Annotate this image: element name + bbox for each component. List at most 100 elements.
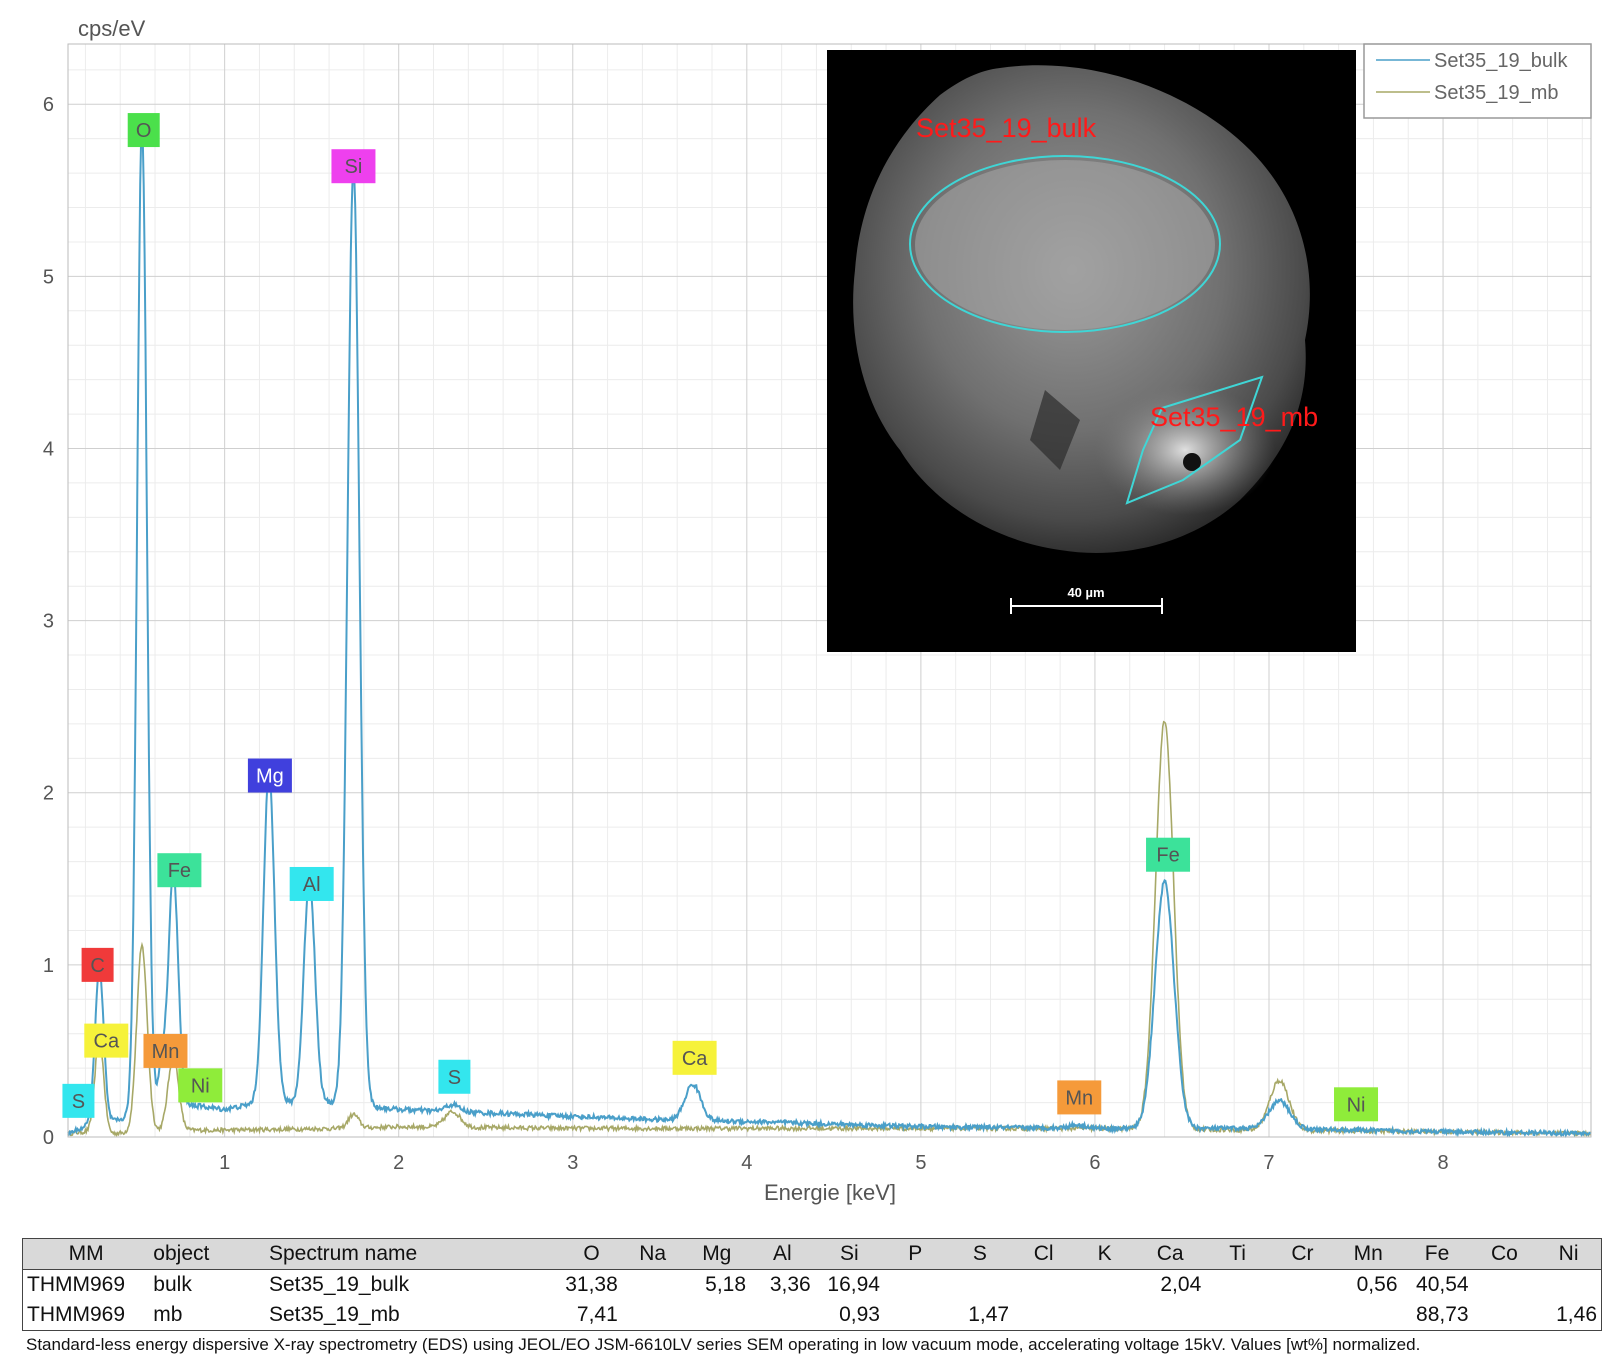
table-cell: [1074, 1300, 1135, 1331]
legend: Set35_19_bulk Set35_19_mb: [1363, 43, 1592, 119]
column-header-p: P: [908, 1242, 923, 1265]
peak-label-Si: Si: [331, 149, 376, 184]
legend-label-mb: Set35_19_mb: [1434, 82, 1559, 104]
table-cell: [1536, 1270, 1601, 1301]
y-axis-title: cps/eV: [78, 16, 146, 41]
peak-label-text: S: [72, 1091, 85, 1113]
peak-label-text: Ca: [94, 1031, 120, 1053]
peak-label-text: C: [90, 955, 104, 977]
y-tick-labels: 0 1 2 3 4 5 6: [43, 94, 54, 1149]
table-cell: 0,56: [1356, 1273, 1398, 1296]
table-cell: Set35_19_mb: [268, 1303, 400, 1326]
table-cell: [1135, 1300, 1205, 1331]
table-cell: [1270, 1300, 1335, 1331]
column-header-na: Na: [639, 1242, 667, 1265]
peak-label-text: Ni: [191, 1075, 210, 1097]
table-cell: THMM969: [27, 1273, 126, 1296]
table-cell: [622, 1270, 684, 1301]
peak-label-S: S: [438, 1059, 471, 1094]
y-tick-label: 5: [43, 266, 54, 288]
table-cell: [884, 1270, 947, 1301]
table-cell: [684, 1300, 751, 1331]
table-cell: [1013, 1270, 1074, 1301]
table-cell: 3,36: [769, 1273, 811, 1296]
peak-label-Fe: Fe: [1146, 837, 1191, 872]
table-cell: [884, 1300, 947, 1331]
table-body: THMM969 bulk Set35_19_bulk 31,38 5,18 3,36 16,…: [23, 1270, 1602, 1331]
peak-label-Fe: Fe: [157, 853, 202, 888]
table-cell: [1270, 1270, 1335, 1301]
y-tick-label: 2: [43, 783, 54, 805]
caption: Standard-less energy dispersive X-ray sp…: [26, 1335, 1421, 1354]
table-cell: 40,54: [1416, 1273, 1469, 1296]
table-cell: [1074, 1270, 1135, 1301]
peak-label-Ni: Ni: [178, 1068, 223, 1103]
column-header-o: O: [583, 1242, 600, 1265]
peak-label-text: Mn: [152, 1041, 180, 1063]
table-cell: 5,18: [705, 1273, 747, 1296]
scale-bar-label: 40 µm: [1067, 585, 1104, 600]
x-tick-label: 4: [741, 1152, 752, 1174]
column-header-cl: Cl: [1033, 1242, 1054, 1265]
table-cell: 31,38: [565, 1273, 618, 1296]
x-tick-label: 8: [1437, 1152, 1448, 1174]
peak-label-text: Mn: [1065, 1087, 1093, 1109]
x-tick-label: 2: [393, 1152, 404, 1174]
peak-label-C: C: [81, 947, 114, 982]
x-tick-label: 7: [1263, 1152, 1274, 1174]
table-cell: 0,93: [839, 1303, 880, 1326]
table-cell: [622, 1300, 684, 1331]
column-header-spectrum-name: Spectrum name: [268, 1242, 418, 1265]
peak-label-Ca: Ca: [672, 1040, 717, 1075]
peak-label-text: S: [448, 1067, 461, 1089]
column-header-k: K: [1097, 1242, 1112, 1265]
table-cell: [1335, 1300, 1402, 1331]
table-cell: 16,94: [827, 1273, 880, 1296]
y-tick-label: 4: [43, 438, 54, 460]
x-tick-label: 6: [1089, 1152, 1100, 1174]
column-header-s: S: [972, 1242, 987, 1265]
y-tick-label: 6: [43, 94, 54, 116]
column-header-fe: Fe: [1424, 1242, 1450, 1265]
peak-label-text: O: [136, 120, 152, 142]
table-cell: [947, 1270, 1014, 1301]
table-row: THMM969 bulk Set35_19_bulk 31,38 5,18 3,36 16,…: [23, 1270, 1602, 1301]
column-header-ni: Ni: [1558, 1242, 1579, 1265]
table-cell: bulk: [153, 1273, 192, 1296]
table-row: THMM969 mb Set35_19_mb 7,41 0,93 1,47 88,73 1,4…: [23, 1300, 1602, 1331]
sem-inset: Set35_19_bulk Set35_19_mb 40 µm: [827, 50, 1356, 652]
peak-label-text: Ni: [1347, 1094, 1366, 1116]
composition-table-wrapper: MM object Spectrum name O Na Mg Al Si P S Cl K Ca Ti C…: [22, 1238, 1602, 1331]
peak-label-text: Ca: [682, 1048, 708, 1070]
table-cell: [750, 1300, 815, 1331]
peak-label-text: Mg: [256, 766, 284, 788]
column-header-si: Si: [840, 1242, 859, 1265]
table-cell: mb: [153, 1303, 183, 1326]
table-cell: [1205, 1300, 1270, 1331]
x-tick-label: 1: [219, 1152, 230, 1174]
table-cell: 88,73: [1416, 1303, 1469, 1326]
table-cell: 1,46: [1556, 1303, 1597, 1326]
table-cell: [1473, 1270, 1537, 1301]
column-header-co: Co: [1490, 1242, 1518, 1265]
peak-label-Mn: Mn: [1057, 1080, 1102, 1115]
x-tick-label: 5: [915, 1152, 926, 1174]
table-cell: 2,04: [1160, 1273, 1202, 1296]
column-header-mm: MM: [68, 1242, 104, 1265]
y-tick-label: 1: [43, 955, 54, 977]
column-header-ti: Ti: [1229, 1242, 1246, 1265]
table-cell: [1473, 1300, 1537, 1331]
eds-spectrum-chart: 1 2 3 4 5 6 7 8 0 1 2 3 4 5 6 cps/eV Energie [keV] S C…: [43, 16, 1592, 1205]
peak-label-text: Al: [303, 874, 321, 896]
table-cell: 7,41: [576, 1303, 618, 1326]
x-tick-labels: 1 2 3 4 5 6 7 8: [219, 1152, 1449, 1174]
table-cell: [1013, 1300, 1074, 1331]
x-axis-title: Energie [keV]: [764, 1180, 896, 1205]
peak-label-Mg: Mg: [247, 758, 292, 793]
table-cell: [1205, 1270, 1270, 1301]
column-header-al: Al: [773, 1242, 792, 1265]
mb-region-label: Set35_19_mb: [1150, 402, 1318, 432]
column-header-mn: Mn: [1353, 1242, 1383, 1265]
table-cell: THMM969: [27, 1303, 126, 1326]
bulk-region-label: Set35_19_bulk: [916, 113, 1097, 143]
